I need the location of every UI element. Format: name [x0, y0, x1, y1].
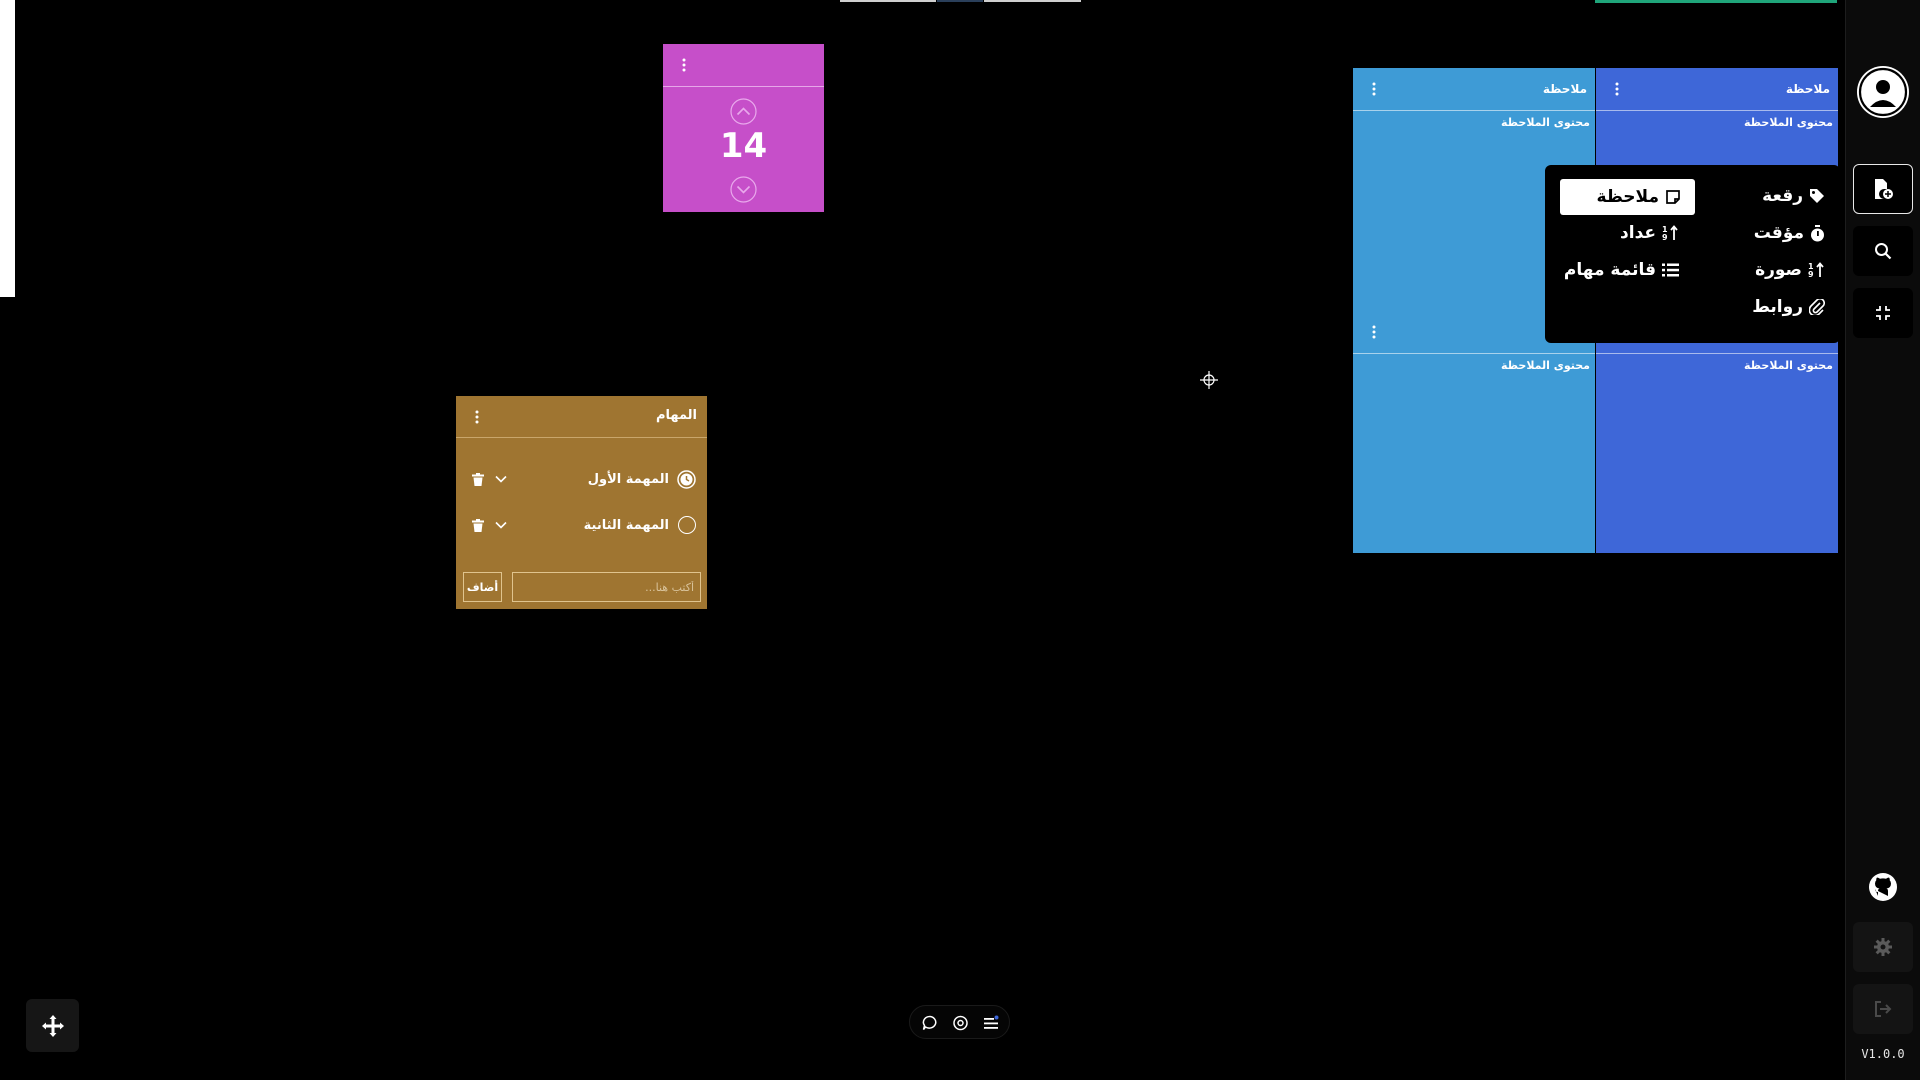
- note-card[interactable]: محتوى الملاحظة: [1596, 311, 1838, 553]
- trash-icon[interactable]: [472, 473, 484, 486]
- add-widget-menu: رقعة مؤقت صورة 1 9 روابط ملاحظة عداد 1 9…: [1545, 165, 1840, 343]
- top-tab-line: [937, 0, 983, 2]
- logout-icon: [1875, 1001, 1892, 1017]
- note-header: ملاحظة: [1353, 68, 1595, 111]
- pan-mode-button[interactable]: [26, 999, 79, 1052]
- new-task-input[interactable]: [512, 572, 701, 602]
- settings-button[interactable]: [1853, 922, 1913, 972]
- svg-text:9: 9: [1662, 233, 1668, 241]
- user-avatar[interactable]: [1857, 66, 1909, 118]
- menu-item-links[interactable]: روابط: [1705, 290, 1825, 324]
- add-task-button[interactable]: أضاف: [463, 572, 502, 602]
- note-content[interactable]: محتوى الملاحظة: [1744, 359, 1833, 372]
- trash-icon[interactable]: [472, 519, 484, 532]
- counter-header: [663, 44, 824, 87]
- add-widget-button[interactable]: [1853, 164, 1913, 214]
- menu-item-note[interactable]: ملاحظة: [1560, 179, 1695, 215]
- note-title: ملاحظة: [1542, 82, 1587, 96]
- list-icon: [1662, 263, 1679, 277]
- canvas-edge-panel: [0, 0, 15, 297]
- more-vertical-icon[interactable]: [1371, 82, 1377, 96]
- bottom-toolbar: [909, 1005, 1010, 1039]
- eye-icon[interactable]: [952, 1015, 969, 1031]
- menu-item-label: صورة: [1755, 260, 1802, 280]
- more-vertical-icon[interactable]: [681, 58, 687, 72]
- menu-item-label: روابط: [1752, 297, 1803, 317]
- user-avatar-icon: [1858, 67, 1908, 117]
- task-list-title: المهام: [655, 408, 697, 423]
- menu-item-image[interactable]: صورة 1 9: [1705, 253, 1825, 287]
- top-status-line: [1595, 0, 1837, 3]
- task-label: المهمة الثانية: [583, 518, 669, 533]
- sort-numeric-icon: 1 9: [1662, 225, 1678, 241]
- task-list-widget[interactable]: المهام المهمة الأول المهمة الثانية أضاف: [456, 396, 707, 609]
- menu-item-counter[interactable]: عداد 1 9: [1560, 216, 1695, 250]
- task-row[interactable]: المهمة الأول: [456, 466, 707, 494]
- task-checkbox[interactable]: [678, 516, 696, 534]
- search-button[interactable]: [1853, 226, 1913, 276]
- note-content[interactable]: محتوى الملاحظة: [1744, 116, 1833, 129]
- logout-button[interactable]: [1853, 984, 1913, 1034]
- github-link[interactable]: [1853, 862, 1913, 912]
- add-file-icon: [1875, 179, 1893, 199]
- comment-icon[interactable]: [922, 1015, 938, 1031]
- note-header: ملاحظة: [1596, 68, 1838, 111]
- menu-item-label: مؤقت: [1753, 223, 1804, 243]
- move-arrows-icon: [41, 1014, 64, 1037]
- list-settings-icon[interactable]: [983, 1015, 999, 1031]
- top-tab-line: [984, 0, 1081, 2]
- crosshair-icon: [1200, 371, 1218, 389]
- menu-item-label: رقعة: [1762, 186, 1803, 206]
- task-label: المهمة الأول: [587, 472, 669, 487]
- compress-icon: [1876, 306, 1890, 320]
- note-title: ملاحظة: [1785, 82, 1830, 96]
- stopwatch-icon: [1811, 224, 1824, 241]
- menu-item-timer[interactable]: مؤقت: [1705, 216, 1825, 250]
- top-tab-line: [840, 0, 936, 2]
- menu-item-patch[interactable]: رقعة: [1705, 179, 1825, 213]
- tag-icon: [1810, 189, 1824, 203]
- note-card[interactable]: محتوى الملاحظة: [1353, 311, 1595, 553]
- sticky-note-icon: [1666, 190, 1680, 204]
- menu-item-label: ملاحظة: [1596, 187, 1659, 207]
- more-vertical-icon[interactable]: [1614, 82, 1620, 96]
- task-row[interactable]: المهمة الثانية: [456, 512, 707, 540]
- svg-text:9: 9: [1808, 270, 1814, 278]
- chevron-down-icon[interactable]: [495, 521, 507, 529]
- menu-item-tasklist[interactable]: قائمة مهام: [1560, 253, 1695, 287]
- app-version: V1.0.0: [1861, 1047, 1905, 1061]
- sort-numeric-icon: 1 9: [1808, 262, 1824, 278]
- more-vertical-icon[interactable]: [474, 410, 480, 424]
- github-icon: [1869, 873, 1897, 901]
- counter-value: 14: [719, 126, 768, 166]
- menu-item-label: عداد: [1620, 223, 1656, 243]
- paperclip-icon: [1809, 299, 1825, 315]
- task-list-header: المهام: [456, 396, 707, 438]
- chevron-down-icon[interactable]: [730, 176, 757, 203]
- clock-icon[interactable]: [677, 470, 696, 489]
- chevron-up-icon[interactable]: [730, 98, 757, 125]
- note-content[interactable]: محتوى الملاحظة: [1501, 359, 1590, 372]
- menu-item-label: قائمة مهام: [1563, 260, 1656, 280]
- search-icon: [1875, 243, 1892, 260]
- chevron-down-icon[interactable]: [495, 475, 507, 483]
- note-content[interactable]: محتوى الملاحظة: [1501, 116, 1590, 129]
- more-vertical-icon[interactable]: [1371, 325, 1377, 339]
- counter-widget[interactable]: 14: [663, 44, 824, 212]
- compress-button[interactable]: [1853, 288, 1913, 338]
- right-sidebar: V1.0.0: [1845, 0, 1920, 1080]
- settings-icon: [1874, 938, 1892, 956]
